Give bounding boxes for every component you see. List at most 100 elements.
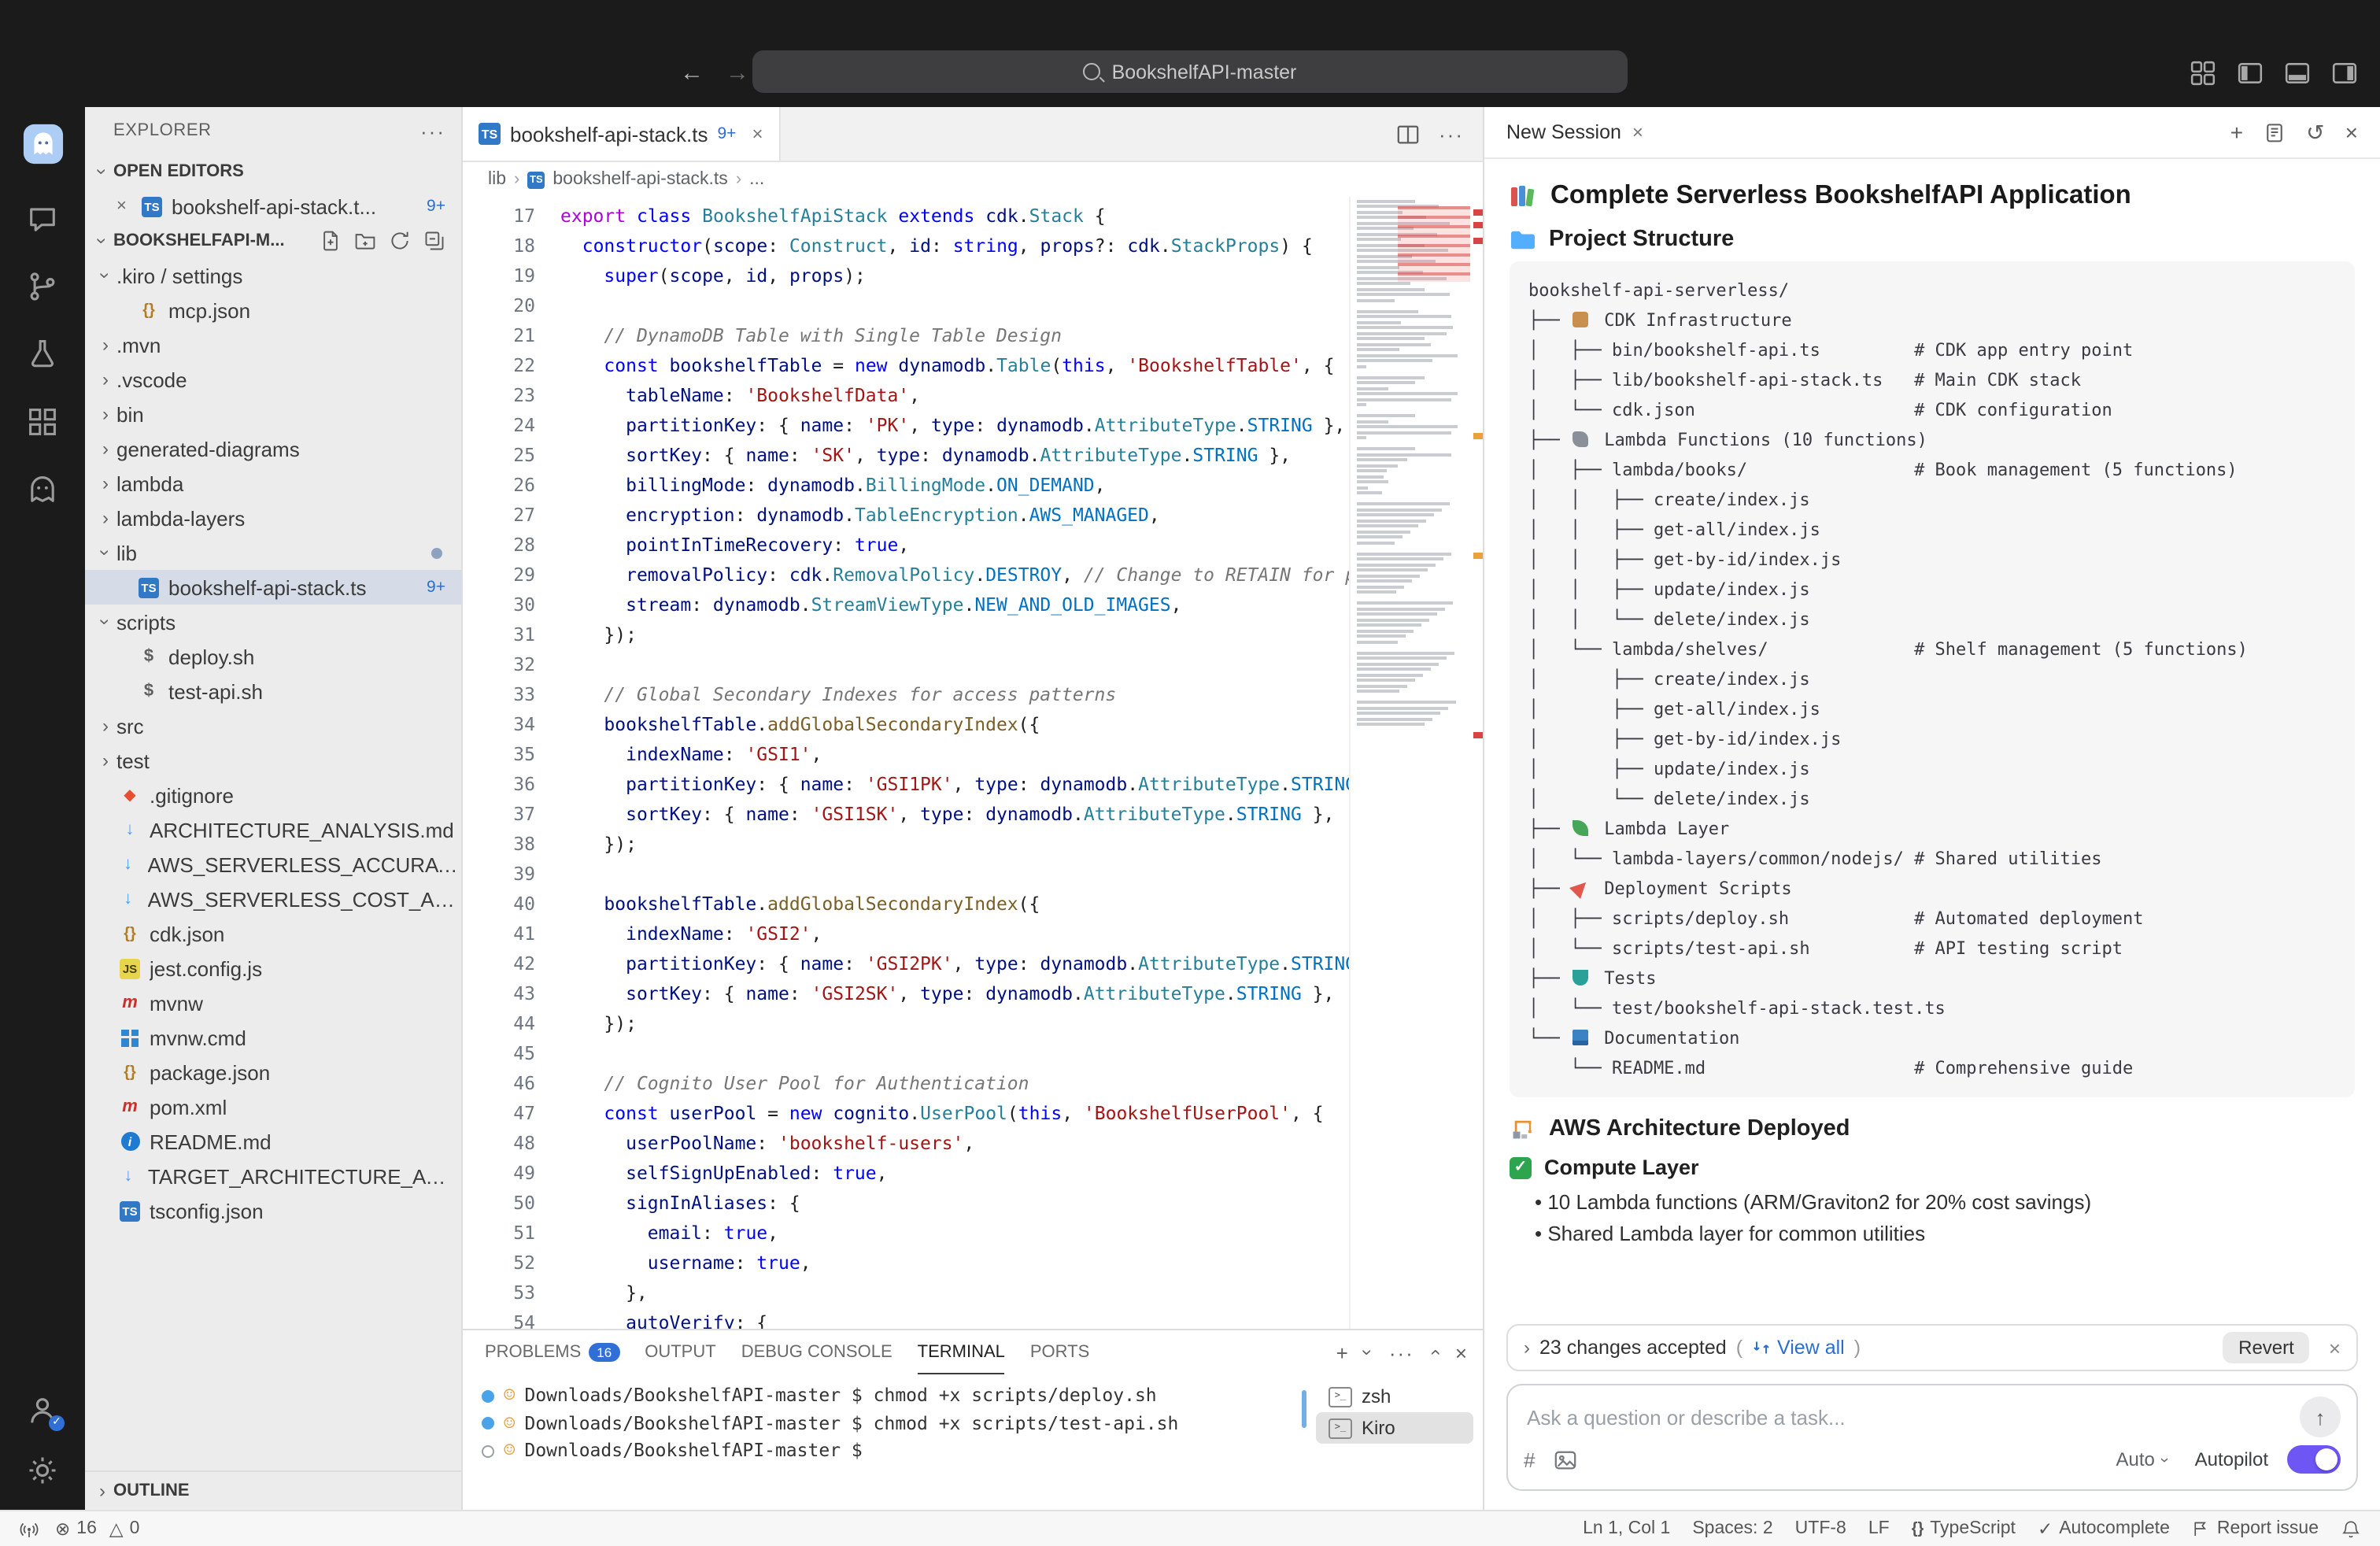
code-line-32[interactable]: 32 [463, 650, 1351, 680]
tab-bookshelf-api-stack[interactable]: TS bookshelf-api-stack.ts 9+ × [463, 107, 780, 161]
toggle-secondary-sidebar-icon[interactable] [2331, 60, 2358, 87]
report-issue[interactable]: Report issue [2192, 1519, 2319, 1538]
code-line-33[interactable]: 33 // Global Secondary Indexes for acces… [463, 680, 1351, 710]
new-folder-icon[interactable] [354, 230, 376, 252]
tree-item-aws-serverless-cost-anal[interactable]: ↓AWS_SERVERLESS_COST_ANAL... [85, 882, 461, 916]
revert-button[interactable]: Revert [2223, 1332, 2310, 1363]
collapse-all-icon[interactable] [423, 230, 445, 252]
code-line-49[interactable]: 49 selfSignUpEnabled: true, [463, 1159, 1351, 1189]
code-line-52[interactable]: 52 username: true, [463, 1248, 1351, 1278]
code-line-51[interactable]: 51 email: true, [463, 1219, 1351, 1248]
code-line-19[interactable]: 19 super(scope, id, props); [463, 261, 1351, 291]
tree-item-test[interactable]: ›test [85, 743, 461, 778]
settings-gear-icon[interactable] [25, 1453, 60, 1488]
code-line-48[interactable]: 48 userPoolName: 'bookshelf-users', [463, 1129, 1351, 1159]
code-line-17[interactable]: 17export class BookshelfApiStack extends… [463, 202, 1351, 231]
code-line-34[interactable]: 34 bookshelfTable.addGlobalSecondaryInde… [463, 710, 1351, 740]
tree-item-readme-md[interactable]: iREADME.md [85, 1124, 461, 1159]
account-icon[interactable]: ✓ [25, 1393, 60, 1428]
code-line-30[interactable]: 30 stream: dynamodb.StreamViewType.NEW_A… [463, 590, 1351, 620]
code-line-54[interactable]: 54 autoVerify: { [463, 1308, 1351, 1329]
open-editor-item[interactable]: ×TSbookshelf-api-stack.t...9+ [85, 189, 461, 224]
code-line-24[interactable]: 24 partitionKey: { name: 'PK', type: dyn… [463, 411, 1351, 441]
code-line-35[interactable]: 35 indexName: 'GSI1', [463, 740, 1351, 770]
outline-header[interactable]: › OUTLINE [85, 1470, 461, 1510]
code-line-21[interactable]: 21 // DynamoDB Table with Single Table D… [463, 321, 1351, 351]
dismiss-changes-icon[interactable]: × [2329, 1336, 2341, 1359]
code-line-31[interactable]: 31 }); [463, 620, 1351, 650]
code-line-38[interactable]: 38 }); [463, 830, 1351, 860]
task-list-icon[interactable] [2264, 121, 2286, 143]
split-editor-icon[interactable] [1396, 122, 1420, 146]
notifications-bell-icon[interactable] [2341, 1518, 2361, 1539]
code-line-42[interactable]: 42 partitionKey: { name: 'GSI2PK', type:… [463, 949, 1351, 979]
spec-flask-icon[interactable] [25, 337, 60, 372]
close-panel-icon[interactable]: × [1455, 1341, 1467, 1364]
project-root-header[interactable]: › BOOKSHELFAPI-M... [85, 224, 461, 258]
tree-item-mvnw-cmd[interactable]: mvnw.cmd [85, 1020, 461, 1055]
send-icon[interactable]: ↑ [2300, 1396, 2341, 1437]
tree-item-bin[interactable]: ›bin [85, 397, 461, 431]
tree-item-bookshelf-api-stack-ts[interactable]: TSbookshelf-api-stack.ts9+ [85, 570, 461, 605]
new-terminal-icon[interactable]: + [1336, 1341, 1348, 1364]
new-session-icon[interactable]: + [2230, 120, 2243, 145]
close-session-icon[interactable]: × [1632, 121, 1643, 143]
autocomplete-status[interactable]: ✓Autocomplete [2038, 1518, 2170, 1540]
problems-indicator[interactable]: ⊗16 △0 [55, 1518, 139, 1540]
tree-item-vscode[interactable]: ›.vscode [85, 362, 461, 397]
terminal-dropdown-icon[interactable]: › [1358, 1349, 1380, 1356]
terminal-process-kiro[interactable]: >_Kiro [1316, 1412, 1473, 1444]
tree-item-lambda[interactable]: ›lambda [85, 466, 461, 501]
tree-item-src[interactable]: ›src [85, 708, 461, 743]
terminal-scrollbar[interactable] [1302, 1390, 1306, 1428]
tree-item-pom-xml[interactable]: mpom.xml [85, 1089, 461, 1124]
tree-item-kiro-settings[interactable]: ›.kiro / settings [85, 258, 461, 293]
explorer-more-icon[interactable]: ··· [420, 119, 445, 142]
tree-item-mvnw[interactable]: mmvnw [85, 986, 461, 1020]
tree-item-architecture-analysis-md[interactable]: ↓ARCHITECTURE_ANALYSIS.md [85, 812, 461, 847]
back-button[interactable]: ← [680, 60, 704, 87]
panel-more-icon[interactable]: ··· [1389, 1341, 1414, 1364]
toggle-panel-icon[interactable] [2284, 60, 2311, 87]
maximize-panel-icon[interactable]: › [1424, 1349, 1446, 1356]
tree-item-cdk-json[interactable]: {}cdk.json [85, 916, 461, 951]
encoding[interactable]: UTF-8 [1795, 1519, 1846, 1538]
attach-image-icon[interactable] [1554, 1448, 1577, 1471]
code-line-39[interactable]: 39 [463, 860, 1351, 890]
code-line-36[interactable]: 36 partitionKey: { name: 'GSI1PK', type:… [463, 770, 1351, 800]
kiro-logo-icon[interactable] [21, 123, 64, 165]
tree-item-jest-config-js[interactable]: JSjest.config.js [85, 951, 461, 986]
tree-item-gitignore[interactable]: ◆.gitignore [85, 778, 461, 812]
panel-tab-problems[interactable]: PROBLEMS16 [485, 1330, 619, 1374]
code-line-43[interactable]: 43 sortKey: { name: 'GSI2SK', type: dyna… [463, 979, 1351, 1009]
code-line-29[interactable]: 29 removalPolicy: cdk.RemovalPolicy.DEST… [463, 560, 1351, 590]
code-line-40[interactable]: 40 bookshelfTable.addGlobalSecondaryInde… [463, 890, 1351, 919]
code-line-23[interactable]: 23 tableName: 'BookshelfData', [463, 381, 1351, 411]
code-line-18[interactable]: 18 constructor(scope: Construct, id: str… [463, 231, 1351, 261]
tree-item-lib[interactable]: ›lib [85, 535, 461, 570]
context-hash-icon[interactable]: # [1524, 1448, 1535, 1471]
toggle-sidebar-icon[interactable] [2237, 60, 2264, 87]
code-line-53[interactable]: 53 }, [463, 1278, 1351, 1308]
code-line-45[interactable]: 45 [463, 1039, 1351, 1069]
tree-item-tsconfig-json[interactable]: TStsconfig.json [85, 1193, 461, 1228]
tree-item-test-api-sh[interactable]: $test-api.sh [85, 674, 461, 708]
tree-item-lambda-layers[interactable]: ›lambda-layers [85, 501, 461, 535]
tree-item-aws-serverless-accurate[interactable]: ↓AWS_SERVERLESS_ACCURATE_... [85, 847, 461, 882]
language-mode[interactable]: {}TypeScript [1912, 1519, 2016, 1538]
autopilot-toggle[interactable] [2287, 1445, 2341, 1474]
new-file-icon[interactable] [320, 230, 342, 252]
code-line-26[interactable]: 26 billingMode: dynamodb.BillingMode.ON_… [463, 471, 1351, 501]
code-line-22[interactable]: 22 const bookshelfTable = new dynamodb.T… [463, 351, 1351, 381]
panel-tab-debug-console[interactable]: DEBUG CONSOLE [741, 1330, 893, 1374]
breadcrumb[interactable]: lib › TS bookshelf-api-stack.ts › ... [463, 162, 1483, 197]
indentation[interactable]: Spaces: 2 [1692, 1519, 1772, 1538]
code-editor[interactable]: 17export class BookshelfApiStack extends… [463, 197, 1483, 1329]
remote-indicator-icon[interactable] [19, 1518, 39, 1539]
source-control-icon[interactable] [25, 269, 60, 304]
terminal[interactable]: ☺Downloads/BookshelfAPI-master $ chmod +… [463, 1374, 1483, 1510]
chat-input[interactable] [1524, 1404, 2287, 1430]
customize-layout-icon[interactable] [2190, 60, 2216, 87]
code-line-37[interactable]: 37 sortKey: { name: 'GSI1SK', type: dyna… [463, 800, 1351, 830]
refresh-icon[interactable] [389, 230, 411, 252]
